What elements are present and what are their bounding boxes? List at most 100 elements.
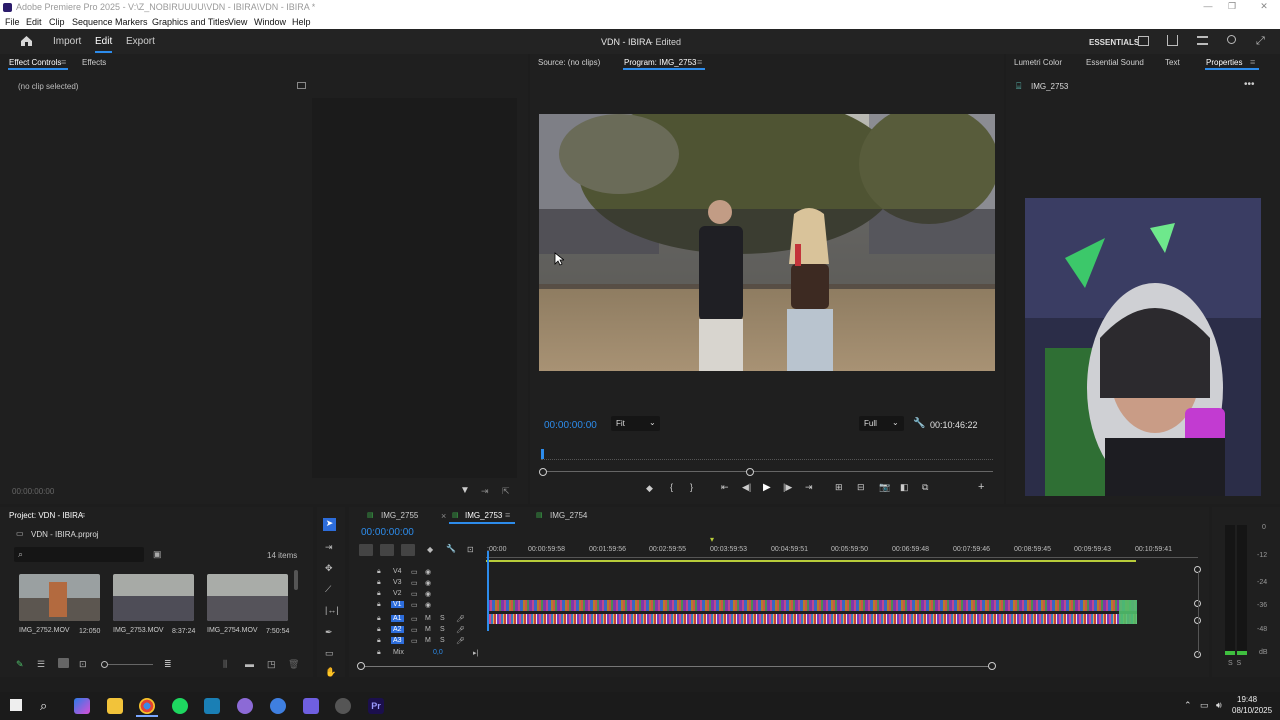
mute-icon[interactable]: M [425, 626, 431, 633]
import-tab[interactable]: Import [53, 36, 81, 47]
mute-icon[interactable]: M [425, 615, 431, 622]
browser-icon[interactable] [270, 698, 286, 714]
slip-icon[interactable]: |↔| [325, 605, 339, 615]
tab-essential-sound[interactable]: Essential Sound [1086, 58, 1144, 67]
pencil-icon[interactable]: ✎ [16, 659, 24, 670]
add-marker-icon[interactable]: ◆ [427, 545, 433, 554]
workspace-label[interactable]: ESSENTIALS [1089, 38, 1139, 47]
copilot-icon[interactable] [74, 698, 90, 714]
menu-sequence[interactable]: Sequence [72, 17, 113, 27]
terminal-icon[interactable] [204, 698, 220, 714]
menu-clip[interactable]: Clip [49, 17, 65, 27]
rectangle-icon[interactable]: ▭ [325, 648, 334, 659]
zoom-handle-left[interactable] [539, 468, 547, 476]
project-title[interactable]: Project: VDN - IBIRA [9, 511, 83, 520]
solo-icon[interactable]: S [440, 615, 445, 622]
search-icon[interactable] [1227, 35, 1236, 44]
multicam-icon[interactable]: ⧉ [922, 482, 928, 493]
lock-icon[interactable]: 🔒︎ [377, 615, 381, 623]
clip-thumbnail[interactable] [113, 574, 194, 621]
trash-icon[interactable]: 🗑 [288, 659, 299, 670]
quality-dropdown[interactable]: Full ⌄ [859, 416, 904, 431]
eye-icon[interactable]: ◉ [425, 590, 431, 598]
menu-graphics[interactable]: Graphics and Titles [152, 17, 229, 27]
app2-icon[interactable] [303, 698, 319, 714]
play-icon[interactable]: ▶ [763, 482, 771, 493]
a1-clip-strip[interactable] [487, 614, 1137, 624]
mute-icon[interactable]: M [425, 637, 431, 644]
new-bin-bottom-icon[interactable]: ▬ [245, 659, 254, 669]
menu-help[interactable]: Help [292, 17, 311, 27]
more-options-icon[interactable]: ••• [1244, 79, 1255, 90]
clip-thumbnail[interactable] [207, 574, 288, 621]
lift-icon[interactable]: ⊞ [835, 482, 843, 493]
lock-icon[interactable]: 🔒︎ [377, 626, 381, 634]
project-scrollbar[interactable] [294, 570, 298, 590]
file-explorer-icon[interactable] [107, 698, 123, 714]
eye-icon[interactable]: ◉ [425, 601, 431, 609]
toggle-view-icon[interactable] [297, 82, 306, 89]
export-tab[interactable]: Export [126, 36, 155, 47]
close-tab-icon[interactable]: × [441, 511, 446, 521]
hand-icon[interactable]: ✋ [325, 667, 336, 678]
sync-icon[interactable]: ▭ [411, 626, 418, 634]
track-label[interactable]: V3 [391, 579, 404, 586]
app-icon[interactable] [237, 698, 253, 714]
zoom-bar[interactable] [541, 471, 993, 472]
pen-icon[interactable]: ✒ [325, 627, 333, 638]
menu-file[interactable]: File [5, 17, 20, 27]
go-to-in-icon[interactable]: ⇤ [721, 482, 729, 493]
program-playhead[interactable] [541, 449, 544, 459]
close-button[interactable]: ✕ [1256, 1, 1272, 13]
track-label[interactable]: A1 [391, 615, 404, 622]
icon-view-icon[interactable] [58, 658, 69, 668]
ripple-edit-icon[interactable]: ✥ [325, 563, 333, 574]
edit-tab[interactable]: Edit [95, 36, 113, 53]
clip-thumbnail[interactable] [19, 574, 100, 621]
zoom-slider[interactable] [108, 664, 153, 665]
wrench-icon[interactable]: 🔧 [913, 418, 925, 429]
zoom-slider-handle[interactable] [101, 661, 108, 668]
linked-selection-icon[interactable] [401, 544, 415, 556]
camera-icon[interactable]: 📷 [879, 482, 890, 493]
volume-icon[interactable]: 🔊︎ [1216, 700, 1222, 711]
sync-icon[interactable]: ▭ [411, 590, 418, 598]
home-icon[interactable] [20, 35, 33, 47]
end-clip[interactable] [1119, 600, 1137, 624]
menu-edit[interactable]: Edit [26, 17, 42, 27]
step-back-icon[interactable]: ◀| [742, 482, 751, 493]
filter-icon[interactable]: ▼ [460, 485, 470, 496]
clock-time[interactable]: 19:48 [1237, 695, 1257, 704]
lock-icon[interactable]: 🔒︎ [377, 568, 381, 576]
freeform-view-icon[interactable]: ⊡ [79, 659, 87, 670]
track-label[interactable]: V1 [391, 601, 404, 608]
automate-icon[interactable]: ⫼ [223, 659, 227, 670]
tab-source[interactable]: Source: (no clips) [538, 58, 600, 67]
tab-properties[interactable]: Properties [1206, 58, 1242, 67]
list-view-icon[interactable]: ☰ [37, 659, 45, 670]
sync-icon[interactable]: ▭ [411, 615, 418, 623]
lock-icon[interactable]: 🔒︎ [377, 637, 381, 645]
meter-solo-buttons[interactable]: S S [1228, 660, 1241, 667]
tab-program[interactable]: Program: IMG_2753 [624, 58, 696, 67]
menu-window[interactable]: Window [254, 17, 286, 27]
spotify-icon[interactable] [172, 698, 188, 714]
nest-toggle-icon[interactable] [359, 544, 373, 556]
step-forward-icon[interactable]: |▶ [783, 482, 792, 493]
tab-text[interactable]: Text [1165, 58, 1180, 67]
video-frame[interactable] [539, 114, 995, 371]
lock-icon[interactable]: 🔒︎ [377, 579, 381, 587]
menu-icon[interactable] [1197, 36, 1208, 45]
premiere-icon[interactable]: Pr [368, 698, 384, 714]
network-icon[interactable]: ▭ [1200, 700, 1209, 711]
mic-icon[interactable]: 🎤︎ [456, 626, 465, 634]
timeline-tab[interactable]: IMG_2754 [550, 511, 587, 520]
tab-menu-icon[interactable]: ≡ [61, 57, 66, 67]
minimize-button[interactable]: — [1200, 1, 1216, 13]
extract-icon[interactable]: ⊟ [857, 482, 865, 493]
lock-icon[interactable]: 🔒︎ [377, 649, 381, 657]
obs-icon[interactable] [335, 698, 351, 714]
track-label[interactable]: A2 [391, 626, 404, 633]
solo-icon[interactable]: S [440, 626, 445, 633]
selection-tool-icon[interactable]: ➤ [323, 518, 336, 531]
